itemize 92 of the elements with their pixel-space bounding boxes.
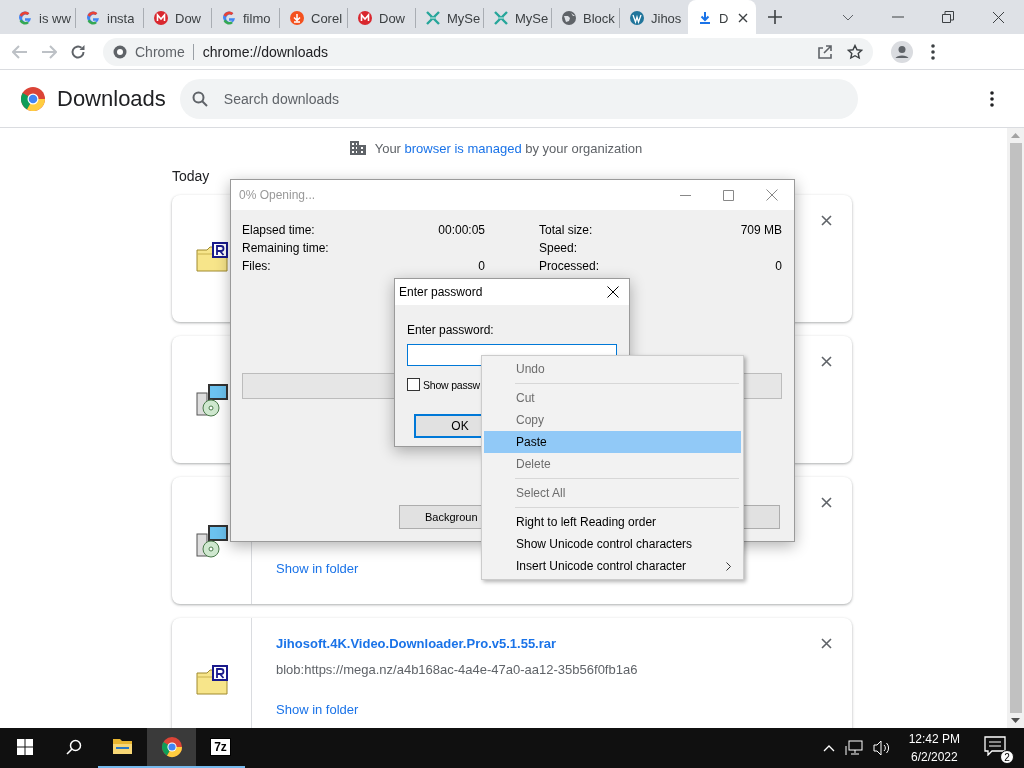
clock-date: 6/2/2022 [910, 749, 958, 766]
letter-circle-icon [153, 10, 169, 26]
scroll-thumb[interactable] [1009, 143, 1022, 713]
field-label: Enter password: [407, 323, 495, 337]
file-name-link[interactable]: Jihosoft.4K.Video.Downloader.Pro.v5.1.55.rar [276, 636, 821, 656]
scroll-down-icon[interactable] [1011, 717, 1020, 723]
volume-icon[interactable] [872, 740, 891, 756]
chrome-logo-icon [21, 86, 45, 111]
app-label: 7z [210, 738, 231, 756]
page-title: Downloads [57, 85, 166, 112]
close-icon[interactable] [821, 356, 832, 367]
search-icon [191, 90, 208, 107]
notification-count: 2 [1000, 750, 1014, 764]
window-title: 0% Opening... [239, 188, 316, 202]
file-source-url: blob:https://mega.nz/a4b168ac-4a4e-47a0-aa12-35b56f0fb1a6 [276, 662, 639, 679]
stat-label: Elapsed time: [242, 224, 315, 237]
managed-link[interactable]: browser is managed [404, 140, 522, 156]
wordpress-icon [629, 10, 645, 26]
profile-icon[interactable] [891, 40, 913, 63]
browser-tab[interactable]: is ww [8, 8, 76, 28]
network-icon[interactable] [844, 740, 863, 756]
installer-icon [194, 382, 229, 417]
google-icon [221, 10, 237, 26]
site-label: Chrome [135, 43, 194, 60]
installer-icon [194, 523, 229, 558]
browser-tab[interactable]: Corel [280, 8, 348, 28]
notification-icon[interactable] [984, 736, 1006, 756]
stat-value: 00:00:05 [438, 224, 485, 237]
browser-tab[interactable]: Dow [144, 8, 212, 28]
search-field[interactable]: Search downloads [179, 78, 858, 119]
chevron-right-icon[interactable] [726, 561, 731, 571]
download-icon [289, 10, 305, 26]
share-icon[interactable] [817, 43, 833, 60]
menu-icon[interactable] [931, 43, 935, 60]
show-in-folder-link[interactable]: Show in folder [276, 702, 359, 717]
windows-start-icon[interactable] [16, 739, 33, 755]
section-heading: Today [172, 168, 211, 184]
google-icon [85, 10, 101, 26]
scrollbar[interactable] [1007, 128, 1024, 728]
checkbox[interactable] [407, 378, 420, 391]
chevron-down-icon[interactable] [842, 13, 854, 21]
browser-tab[interactable]: Dow [348, 8, 416, 28]
close-icon[interactable] [821, 638, 832, 649]
address-bar[interactable]: Chrome chrome://downloads [103, 37, 873, 66]
search-icon[interactable] [65, 739, 82, 755]
browser-tab[interactable]: Block [552, 8, 620, 28]
minimize-icon[interactable] [680, 194, 691, 196]
stat-label: Files: [242, 260, 271, 273]
stat-value: 709 MB [740, 224, 782, 237]
chevron-up-icon[interactable] [822, 744, 835, 752]
cross-logo-icon [425, 10, 441, 26]
menu-icon[interactable] [990, 90, 994, 107]
download-icon [697, 10, 713, 26]
stat-value: 0 [478, 260, 485, 273]
browser-tab[interactable]: filmo [212, 8, 280, 28]
browser-tab[interactable]: Jihos [620, 8, 688, 28]
close-icon[interactable] [992, 10, 1005, 24]
managed-notice: Your browser is managed by your organization [374, 140, 643, 156]
close-icon[interactable] [821, 215, 832, 226]
stat-label: Remaining time: [242, 242, 329, 255]
star-icon[interactable] [847, 43, 863, 60]
dialog-title: Enter password [399, 285, 483, 299]
clock-time: 12:42 PM [908, 731, 960, 748]
stat-label: Speed: [539, 242, 578, 255]
letter-circle-icon [357, 10, 373, 26]
browser-tab[interactable]: MySe [484, 8, 552, 28]
maximize-icon[interactable] [723, 189, 734, 201]
stat-label: Processed: [539, 260, 600, 273]
close-icon[interactable] [821, 497, 832, 508]
google-icon [17, 10, 33, 26]
browser-tab[interactable]: MySe [416, 8, 484, 28]
browser-tab[interactable]: D [688, 0, 756, 34]
stat-value: 0 [775, 260, 782, 273]
browser-tab[interactable]: insta [76, 8, 144, 28]
show-in-folder-link[interactable]: Show in folder [276, 561, 359, 576]
menu-item[interactable]: Paste [484, 431, 741, 453]
close-icon[interactable] [607, 286, 619, 298]
restore-icon[interactable] [942, 11, 954, 23]
new-tab-icon[interactable] [768, 10, 782, 24]
menu-item[interactable]: Insert Unicode control character [484, 555, 741, 577]
url-text: chrome://downloads [202, 43, 329, 60]
menu-item[interactable]: Show Unicode control characters [484, 533, 741, 555]
taskbar-app[interactable]: 7z [196, 728, 245, 768]
cross-logo-icon [493, 10, 509, 26]
taskbar-app[interactable] [147, 728, 196, 768]
reload-icon[interactable] [70, 43, 86, 60]
search-input[interactable]: Search downloads [221, 89, 782, 108]
chrome-logo-icon [160, 736, 183, 758]
building-icon [348, 140, 367, 156]
checkbox-label: Show passw [423, 378, 480, 391]
close-icon[interactable] [738, 13, 748, 23]
stat-label: Total size: [539, 224, 593, 237]
